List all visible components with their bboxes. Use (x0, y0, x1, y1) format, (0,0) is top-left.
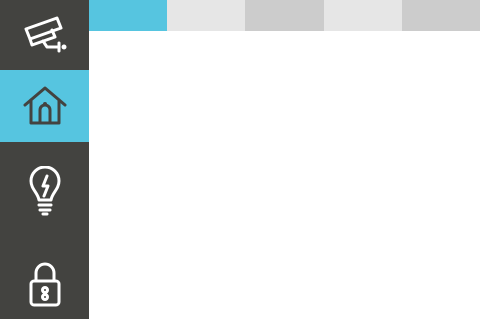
sidebar-item-security-lock[interactable] (0, 248, 89, 319)
top-tab-3[interactable] (245, 0, 324, 31)
sidebar-item-security-camera[interactable] (0, 0, 89, 72)
top-tab-bar (89, 0, 480, 31)
app-window (0, 0, 480, 319)
security-camera-icon (24, 16, 66, 53)
sidebar-item-lighting[interactable] (0, 155, 89, 227)
home-icon (23, 86, 66, 125)
padlock-icon (29, 262, 60, 307)
main-content-area (89, 31, 480, 319)
light-bulb-icon (29, 166, 60, 216)
top-tab-4[interactable] (323, 0, 402, 31)
top-tab-2[interactable] (167, 0, 246, 31)
top-tab-5[interactable] (401, 0, 480, 31)
sidebar (0, 0, 89, 319)
top-tab-1[interactable] (89, 0, 168, 31)
sidebar-item-home[interactable] (0, 70, 89, 142)
